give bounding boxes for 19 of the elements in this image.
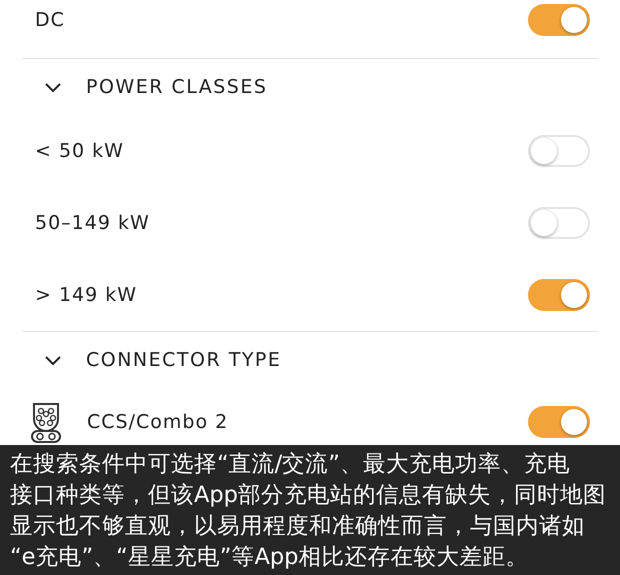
filter-label: DC <box>35 9 66 31</box>
toggle-switch[interactable] <box>528 135 590 167</box>
caption-text: “e充电”、“星星充电”等App相比还存在较大差距。 <box>10 543 530 572</box>
caption-text: 显示也不够直观，以易用程度和准确性而言，与国内诸如 <box>10 512 586 541</box>
caption-text: 接口种类等，但该App部分充电站的信息有缺失，同时地图 <box>10 481 607 510</box>
caption-text: 在搜索条件中可选择“直流/交流”、最大充电功率、充电 <box>10 450 571 479</box>
filter-label: 50–149 kW <box>35 212 151 234</box>
toggle-switch[interactable] <box>528 406 590 438</box>
chevron-down-icon[interactable] <box>44 354 62 366</box>
connector-icon <box>30 401 62 443</box>
filter-label: < 50 kW <box>35 140 125 162</box>
toggle-switch[interactable] <box>528 279 590 311</box>
section-title: CONNECTOR TYPE <box>86 349 282 371</box>
toggle-switch[interactable] <box>528 4 590 36</box>
section-title: POWER CLASSES <box>86 76 268 98</box>
filter-label: > 149 kW <box>35 284 138 306</box>
filter-label: CCS/Combo 2 <box>87 411 230 433</box>
toggle-switch[interactable] <box>528 207 590 239</box>
chevron-down-icon[interactable] <box>44 81 62 93</box>
